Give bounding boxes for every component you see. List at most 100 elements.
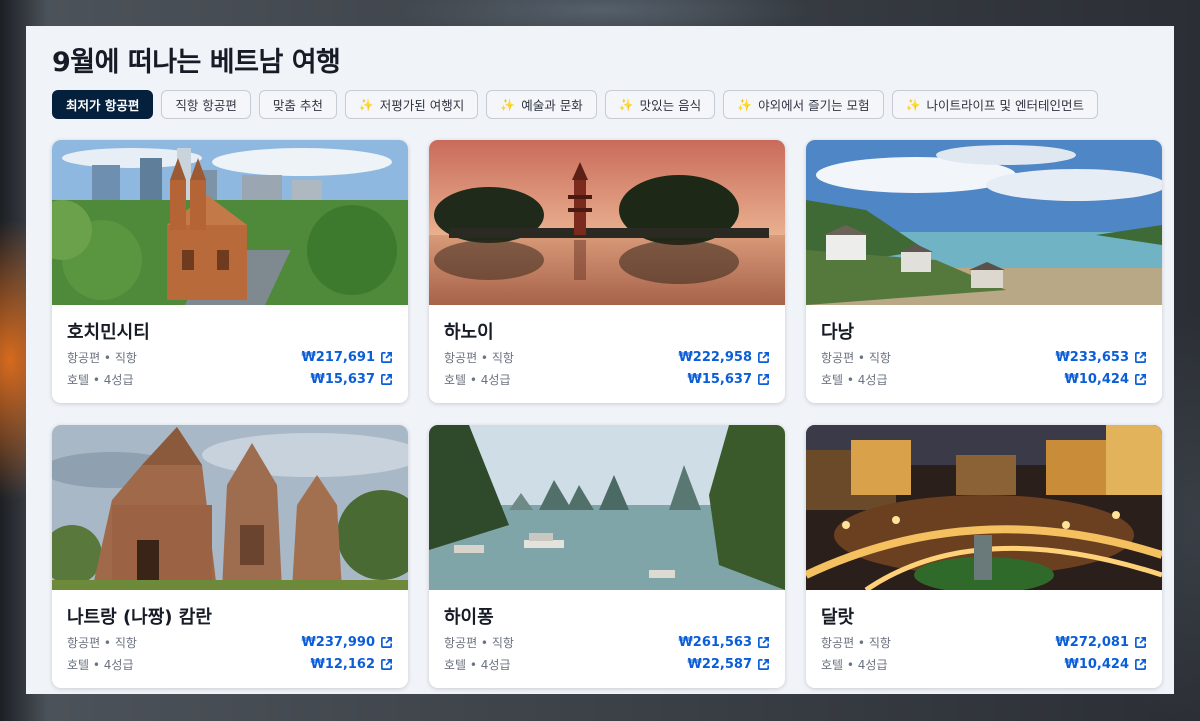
city-name: 다낭 <box>821 322 855 343</box>
flight-row[interactable]: 항공편 • 직항 ₩222,958 <box>444 348 770 366</box>
flight-price-link[interactable]: ₩272,081 <box>1055 635 1147 650</box>
flight-label: 항공편 • 직항 <box>67 635 137 650</box>
hotel-row[interactable]: 호텔 • 4성급 ₩15,637 <box>444 370 770 388</box>
tab-label: 최저가 항공편 <box>66 98 140 113</box>
flight-row[interactable]: 항공편 • 직항 ₩217,691 <box>67 348 393 366</box>
hotel-label: 호텔 • 4성급 <box>821 657 888 672</box>
tab-nightlife[interactable]: ✨ 나이트라이프 및 엔터테인먼트 <box>891 90 1098 119</box>
hotel-price-link[interactable]: ₩15,637 <box>310 372 393 387</box>
external-link-icon <box>1135 351 1146 363</box>
flight-price: ₩237,990 <box>301 634 375 650</box>
hotel-price: ₩12,162 <box>310 656 375 672</box>
tab-cheapest-flights[interactable]: 최저가 항공편 <box>52 90 154 119</box>
sparkle-icon: ✨ <box>737 97 753 112</box>
hotel-row[interactable]: 호텔 • 4성급 ₩22,587 <box>444 655 770 673</box>
hotel-price: ₩10,424 <box>1064 656 1129 672</box>
hotel-price-link[interactable]: ₩10,424 <box>1064 372 1147 387</box>
tab-underrated[interactable]: ✨ 저평가된 여행지 <box>344 90 479 119</box>
tab-label: 야외에서 즐기는 모험 <box>758 98 870 113</box>
external-link-icon <box>1135 658 1146 670</box>
city-name: 하노이 <box>444 322 494 343</box>
hotel-row[interactable]: 호텔 • 4성급 ₩10,424 <box>821 370 1147 388</box>
flight-price: ₩233,653 <box>1055 349 1129 365</box>
destination-card[interactable]: 달랏 항공편 • 직항 ₩272,081 호텔 • 4성급 ₩10,424 <box>806 425 1162 688</box>
flight-price: ₩272,081 <box>1055 634 1129 650</box>
hotel-price: ₩22,587 <box>687 656 752 672</box>
city-name: 호치민시티 <box>67 322 150 343</box>
destination-photo <box>806 425 1162 590</box>
city-name: 달랏 <box>821 607 855 628</box>
flight-label: 항공편 • 직항 <box>821 635 891 650</box>
tab-art-culture[interactable]: ✨ 예술과 문화 <box>486 90 597 119</box>
external-link-icon <box>381 351 392 363</box>
hotel-price-link[interactable]: ₩12,162 <box>310 657 393 672</box>
tab-label: 맞춤 추천 <box>272 98 323 113</box>
hotel-price-link[interactable]: ₩10,424 <box>1064 657 1147 672</box>
external-link-icon <box>1135 373 1146 385</box>
external-link-icon <box>381 658 392 670</box>
hotel-price: ₩15,637 <box>687 371 752 387</box>
flight-price: ₩217,691 <box>301 349 375 365</box>
tab-recommended[interactable]: 맞춤 추천 <box>258 90 337 119</box>
external-link-icon <box>758 636 769 648</box>
hotel-price-link[interactable]: ₩22,587 <box>687 657 770 672</box>
external-link-icon <box>758 373 769 385</box>
tab-food[interactable]: ✨ 맛있는 음식 <box>604 90 716 119</box>
external-link-icon <box>381 373 392 385</box>
hotel-label: 호텔 • 4성급 <box>444 372 511 387</box>
destination-photo <box>52 425 408 590</box>
flight-row[interactable]: 항공편 • 직항 ₩237,990 <box>67 633 393 651</box>
sparkle-icon: ✨ <box>358 97 374 112</box>
flight-price: ₩222,958 <box>678 349 752 365</box>
destination-card[interactable]: 나트랑 (나짱) 캄란 항공편 • 직항 ₩237,990 호텔 • 4성급 ₩… <box>52 425 408 688</box>
hotel-label: 호텔 • 4성급 <box>67 372 134 387</box>
hotel-price: ₩15,637 <box>310 371 375 387</box>
flight-row[interactable]: 항공편 • 직항 ₩272,081 <box>821 633 1147 651</box>
hotel-label: 호텔 • 4성급 <box>821 372 888 387</box>
flight-label: 항공편 • 직항 <box>821 350 891 365</box>
external-link-icon <box>1135 636 1146 648</box>
sparkle-icon: ✨ <box>500 97 516 112</box>
hotel-price: ₩10,424 <box>1064 371 1129 387</box>
destination-photo <box>806 140 1162 305</box>
hotel-row[interactable]: 호텔 • 4성급 ₩12,162 <box>67 655 393 673</box>
flight-price-link[interactable]: ₩237,990 <box>301 635 393 650</box>
tab-label: 예술과 문화 <box>521 98 583 113</box>
tab-direct-flights[interactable]: 직항 항공편 <box>161 90 251 119</box>
hotel-row[interactable]: 호텔 • 4성급 ₩10,424 <box>821 655 1147 673</box>
flight-price: ₩261,563 <box>678 634 752 650</box>
destination-photo <box>429 425 785 590</box>
flight-row[interactable]: 항공편 • 직항 ₩261,563 <box>444 633 770 651</box>
flight-price-link[interactable]: ₩233,653 <box>1055 350 1147 365</box>
flight-label: 항공편 • 직항 <box>444 350 514 365</box>
destination-grid: 호치민시티 항공편 • 직항 ₩217,691 호텔 • 4성급 ₩15,637 <box>52 140 1162 690</box>
destination-card[interactable]: 하이퐁 항공편 • 직항 ₩261,563 호텔 • 4성급 ₩22,587 <box>429 425 785 688</box>
flight-row[interactable]: 항공편 • 직항 ₩233,653 <box>821 348 1147 366</box>
filter-tabs: 최저가 항공편 직항 항공편 맞춤 추천 ✨ 저평가된 여행지 ✨ 예술과 문화 ✨… <box>52 90 1098 119</box>
destination-card[interactable]: 다낭 항공편 • 직항 ₩233,653 호텔 • 4성급 ₩10,424 <box>806 140 1162 403</box>
flight-label: 항공편 • 직항 <box>444 635 514 650</box>
tab-outdoor[interactable]: ✨ 야외에서 즐기는 모험 <box>723 90 884 119</box>
flight-price-link[interactable]: ₩217,691 <box>301 350 393 365</box>
hotel-row[interactable]: 호텔 • 4성급 ₩15,637 <box>67 370 393 388</box>
external-link-icon <box>758 351 769 363</box>
destination-photo <box>52 140 408 305</box>
city-name: 하이퐁 <box>444 607 494 628</box>
page-title: 9월에 떠나는 베트남 여행 <box>52 47 341 78</box>
tab-label: 저평가된 여행지 <box>379 98 465 113</box>
destination-card[interactable]: 호치민시티 항공편 • 직항 ₩217,691 호텔 • 4성급 ₩15,637 <box>52 140 408 403</box>
sparkle-icon: ✨ <box>905 97 921 112</box>
destination-card[interactable]: 하노이 항공편 • 직항 ₩222,958 호텔 • 4성급 ₩15,637 <box>429 140 785 403</box>
flight-price-link[interactable]: ₩222,958 <box>678 350 770 365</box>
hotel-label: 호텔 • 4성급 <box>67 657 134 672</box>
flight-price-link[interactable]: ₩261,563 <box>678 635 770 650</box>
destinations-panel: 9월에 떠나는 베트남 여행 최저가 항공편 직항 항공편 맞춤 추천 ✨ 저평가… <box>26 26 1174 694</box>
sparkle-icon: ✨ <box>618 97 634 112</box>
external-link-icon <box>758 658 769 670</box>
flight-label: 항공편 • 직항 <box>67 350 137 365</box>
tab-label: 나이트라이프 및 엔터테인먼트 <box>926 98 1084 113</box>
tab-label: 맛있는 음식 <box>639 98 702 113</box>
tab-label: 직항 항공편 <box>175 98 237 113</box>
external-link-icon <box>381 636 392 648</box>
hotel-price-link[interactable]: ₩15,637 <box>687 372 770 387</box>
